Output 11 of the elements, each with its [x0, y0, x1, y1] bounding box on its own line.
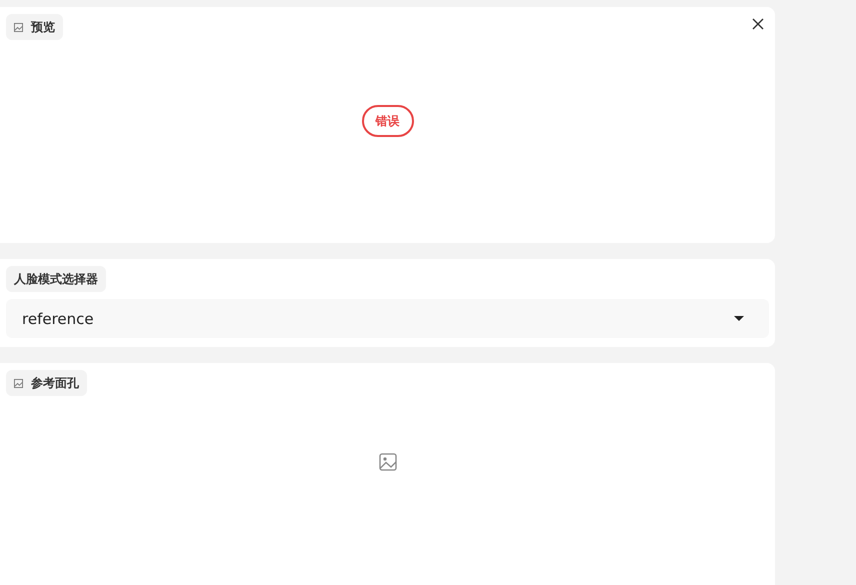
error-badge: 错误	[362, 105, 414, 137]
image-placeholder-icon	[378, 453, 396, 471]
close-icon	[752, 18, 764, 30]
dropdown-field[interactable]: reference	[6, 299, 769, 338]
close-button[interactable]	[751, 17, 765, 31]
panel-title: 参考面孔	[31, 374, 79, 392]
image-icon	[14, 378, 23, 388]
panel-title: 预览	[31, 18, 55, 36]
panel-title: 人脸模式选择器	[6, 266, 106, 292]
image-icon	[14, 22, 23, 32]
caret-icon	[734, 316, 744, 322]
